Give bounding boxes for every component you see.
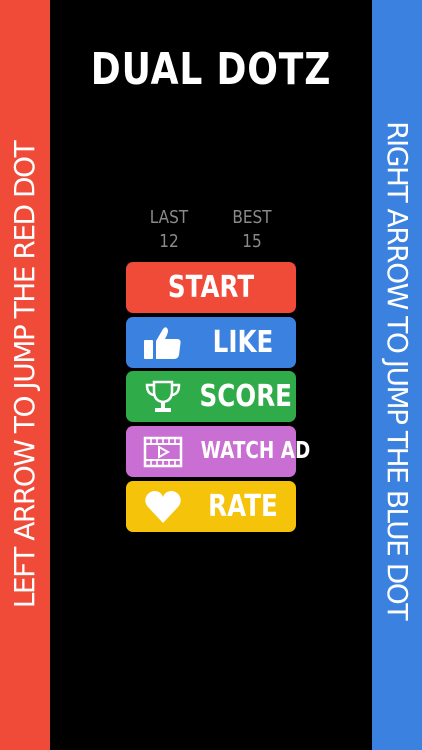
watch-ad-button-label: WATCH AD [200,438,311,464]
score-button[interactable]: SCORE [126,371,296,422]
score-button-label: SCORE [199,379,292,414]
video-icon [143,436,183,468]
trophy-icon [145,380,181,412]
start-button[interactable]: START [126,262,296,313]
thumbs-up-icon [144,327,181,359]
heart-icon [145,491,181,523]
like-button[interactable]: LIKE [126,317,296,368]
left-hint-text: LEFT ARROW TO JUMP THE RED DOT [8,141,41,609]
last-score: LAST 12 [144,206,195,254]
best-score-label: BEST [232,207,272,228]
right-control-bar[interactable]: RIGHT ARROW TO JUMP THE BLUE DOT [372,0,422,750]
rate-button-label: RATE [208,489,278,524]
last-score-label: LAST [149,207,189,228]
start-button-label: START [167,270,255,305]
game-screen: LEFT ARROW TO JUMP THE RED DOT RIGHT ARR… [0,0,422,750]
rate-button[interactable]: RATE [126,481,296,532]
best-score-value: 15 [242,231,262,252]
right-hint-text: RIGHT ARROW TO JUMP THE BLUE DOT [381,121,414,619]
last-score-value: 12 [159,231,179,252]
best-score: BEST 15 [227,206,278,254]
watch-ad-button[interactable]: WATCH AD [126,426,311,477]
game-title: DUAL DOTZ [90,44,332,95]
like-button-label: LIKE [212,325,274,360]
left-control-bar[interactable]: LEFT ARROW TO JUMP THE RED DOT [0,0,50,750]
